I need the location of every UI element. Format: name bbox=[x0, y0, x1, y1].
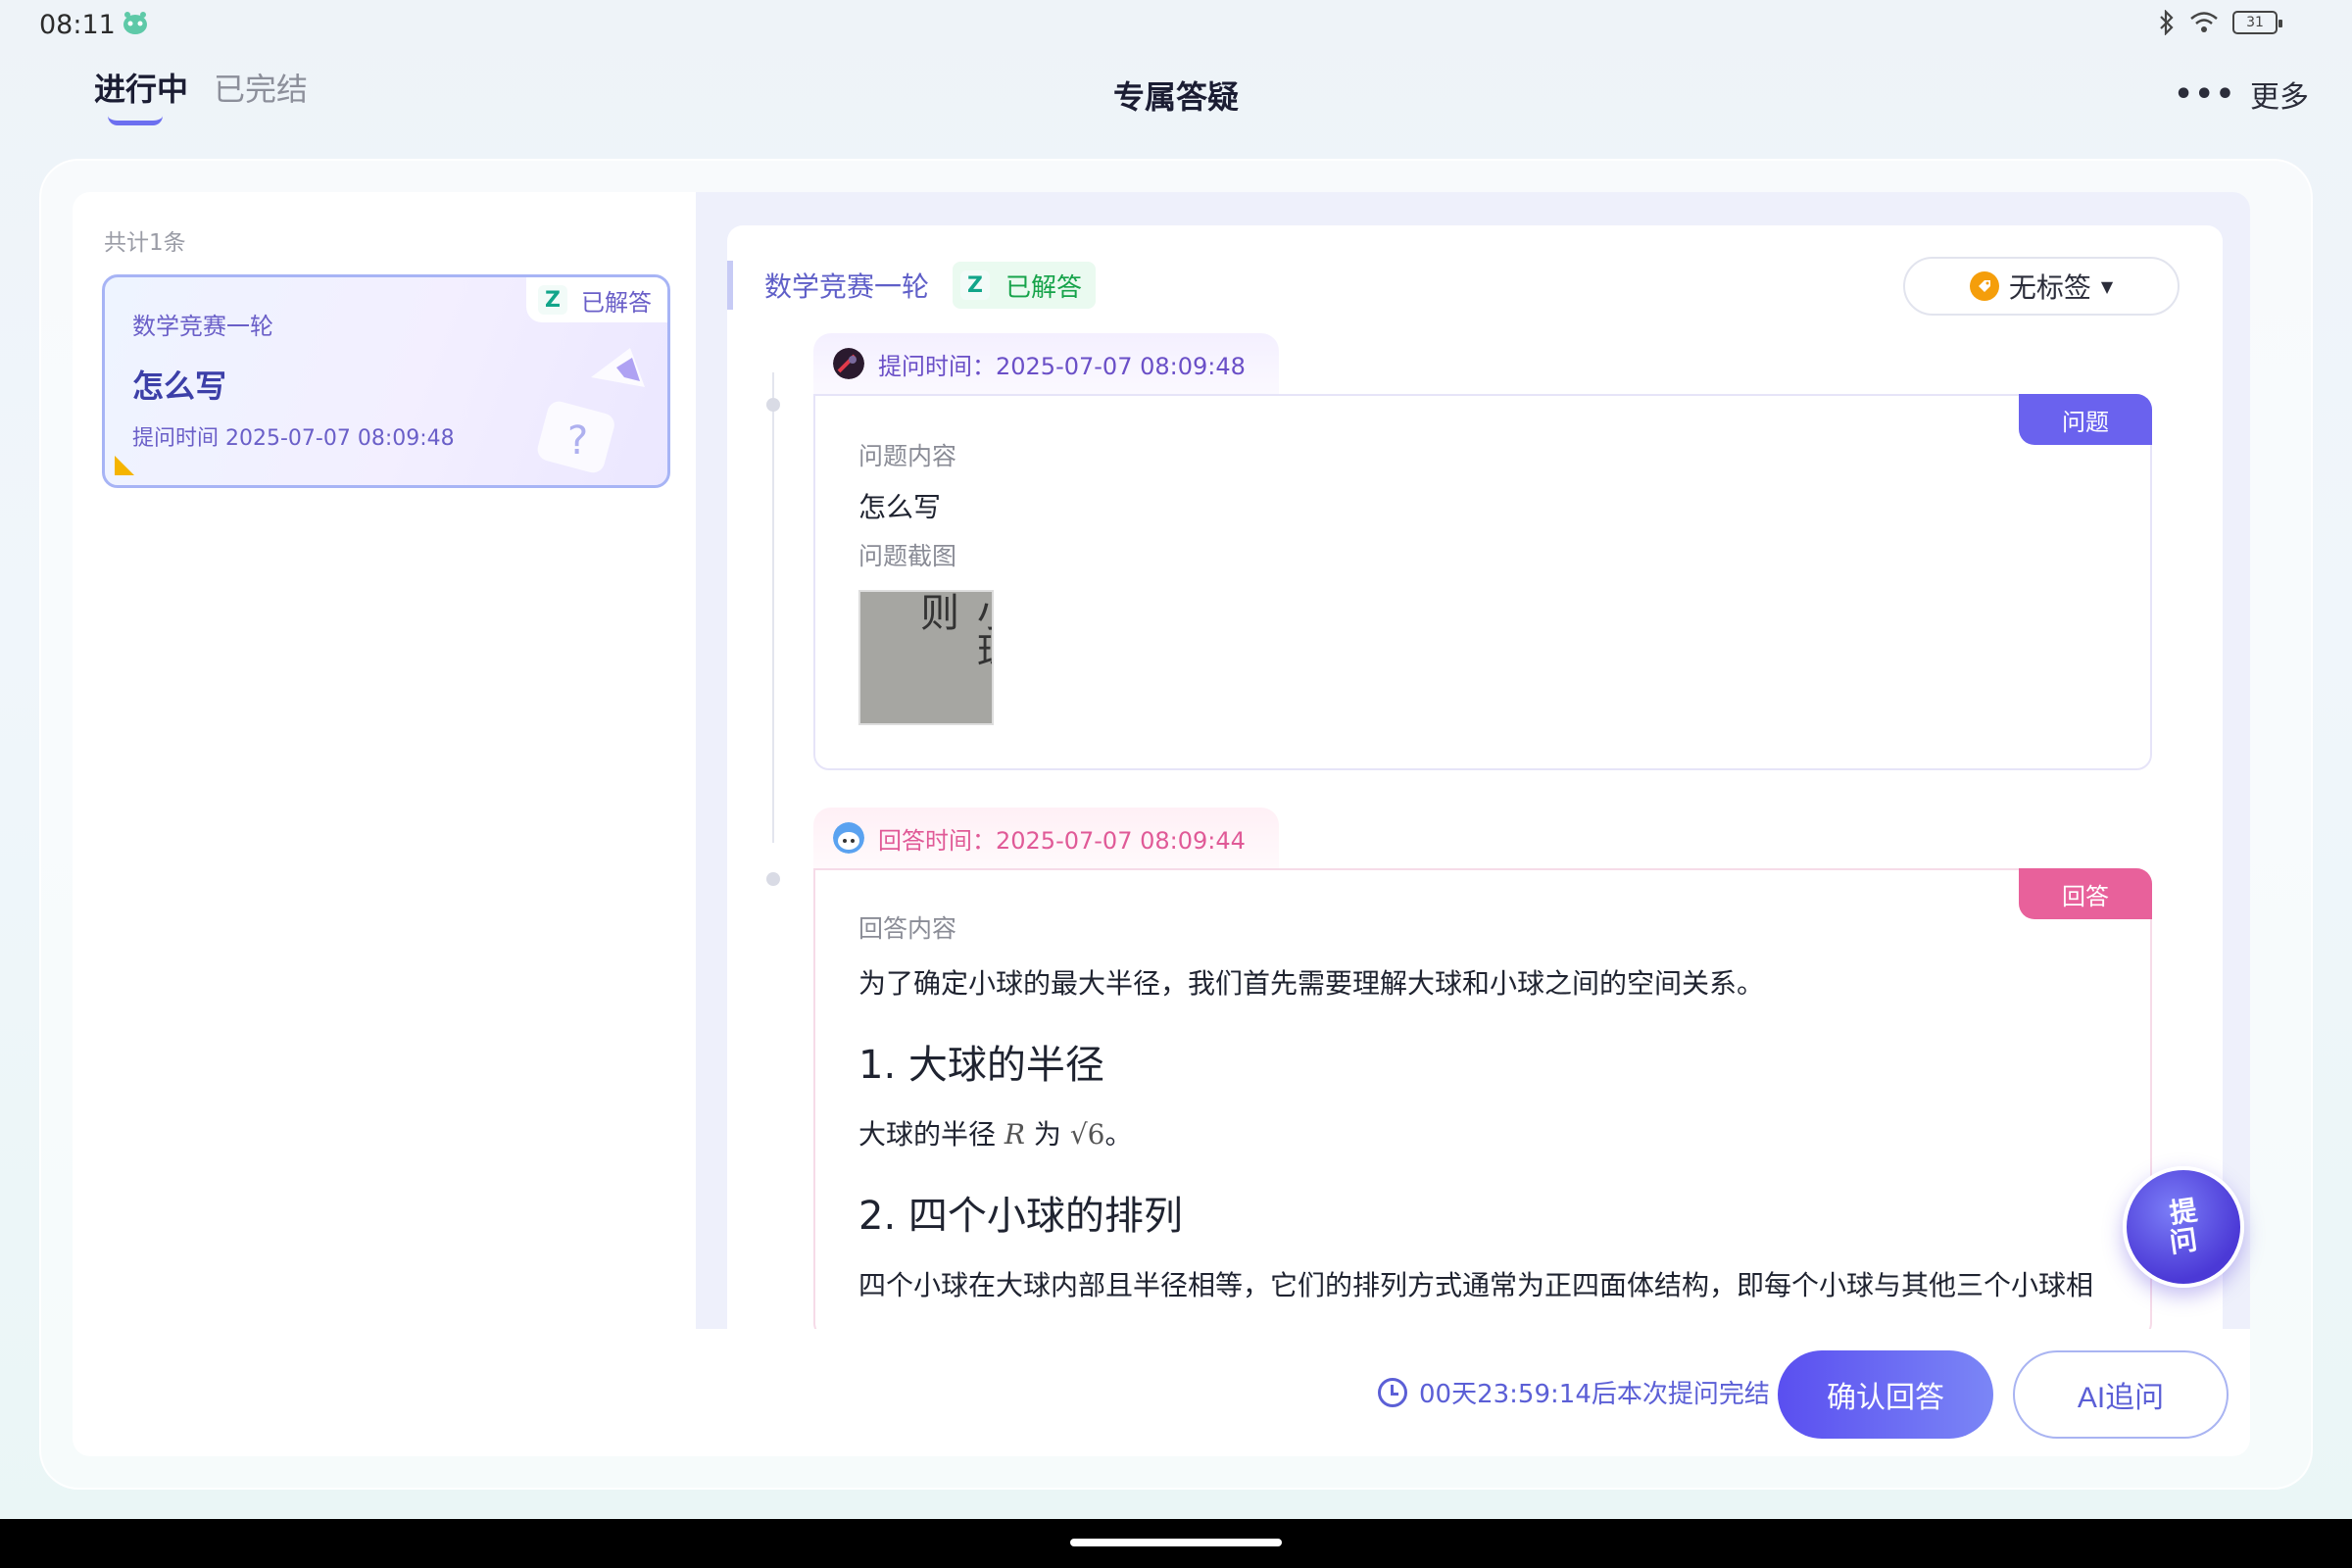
clock-icon bbox=[1378, 1377, 1407, 1407]
detail-subject: 数学竞赛一轮 bbox=[764, 270, 930, 303]
question-screenshot[interactable]: 小球，则 bbox=[858, 590, 994, 725]
list-item-subject: 数学竞赛一轮 bbox=[132, 313, 273, 340]
app-header: 进行中 已完结 专属答疑 ••• 更多 bbox=[0, 49, 2352, 157]
detail-card: 数学竞赛一轮 Z 已解答 无标签 ▼ 提问时间：2025-07-07 08:09… bbox=[727, 225, 2223, 1331]
question-list-item[interactable]: 数学竞赛一轮 怎么写 提问时间 2025-07-07 08:09:48 Z 已解… bbox=[102, 274, 670, 488]
caret-down-icon: ▼ bbox=[2100, 276, 2114, 296]
answer-p1-mid: 为 bbox=[1025, 1118, 1070, 1151]
question-ribbon: 问题 bbox=[2019, 394, 2152, 445]
system-nav-bar bbox=[0, 1519, 2352, 1568]
countdown-text: 00天23:59:14后本次提问完结 bbox=[1419, 1380, 1770, 1409]
question-time: 提问时间：2025-07-07 08:09:48 bbox=[878, 352, 1246, 380]
timeline-dot-answer bbox=[766, 872, 780, 886]
battery-icon: 31 bbox=[2232, 11, 2282, 34]
teacher-avatar bbox=[833, 822, 864, 854]
answer-content: 回答内容 为了确定小球的最大半径，我们首先需要理解大球和小球之间的空间关系。 1… bbox=[858, 909, 2123, 1301]
status-time: 08:11 bbox=[39, 10, 116, 40]
corner-marker bbox=[115, 456, 134, 475]
student-avatar bbox=[833, 348, 864, 379]
page-title: 专属答疑 bbox=[1112, 78, 1239, 116]
more-dots-icon: ••• bbox=[2174, 76, 2236, 112]
answer-box: 回答 回答内容 为了确定小球的最大半径，我们首先需要理解大球和小球之间的空间关系… bbox=[813, 868, 2152, 1331]
more-button[interactable]: ••• 更多 bbox=[2174, 73, 2309, 116]
timeline-dot-question bbox=[766, 398, 780, 412]
question-count: 共计1条 bbox=[104, 230, 186, 256]
question-list-panel: 共计1条 数学竞赛一轮 怎么写 提问时间 2025-07-07 08:09:48… bbox=[73, 192, 696, 1456]
ai-followup-button[interactable]: AI追问 bbox=[2013, 1350, 2229, 1439]
question-content: 怎么写 bbox=[858, 491, 942, 523]
floating-ask-line2: 问 bbox=[2167, 1223, 2200, 1259]
answer-heading-1: 1. 大球的半径 bbox=[858, 1043, 1104, 1088]
tag-dropdown[interactable]: 无标签 ▼ bbox=[1903, 257, 2180, 316]
answer-time: 回答时间：2025-07-07 08:09:44 bbox=[878, 826, 1246, 855]
answer-p1-pre: 大球的半径 bbox=[858, 1118, 1004, 1151]
answer-paragraph-2: 四个小球在大球内部且半径相等，它们的排列方式通常为正四面体结构，即每个小球与其他… bbox=[858, 1269, 2094, 1301]
z-logo-icon: Z bbox=[960, 270, 991, 300]
floating-ask-button[interactable]: 提 问 bbox=[2123, 1166, 2244, 1288]
wifi-icon bbox=[2190, 12, 2218, 32]
question-time-tab: 提问时间：2025-07-07 08:09:48 bbox=[813, 333, 1279, 394]
answer-heading-2: 2. 四个小球的排列 bbox=[858, 1194, 1183, 1239]
status-bar: 08:11 31 bbox=[0, 0, 2352, 49]
list-item-status-badge: Z 已解答 bbox=[526, 277, 667, 322]
answer-p1-math: √6 bbox=[1069, 1118, 1105, 1151]
list-item-title: 怎么写 bbox=[132, 368, 227, 405]
confirm-answer-button[interactable]: 确认回答 bbox=[1778, 1350, 1993, 1439]
question-box: 问题 问题内容 怎么写 问题截图 小球，则 bbox=[813, 394, 2152, 770]
home-indicator[interactable] bbox=[1070, 1539, 1282, 1546]
tag-icon bbox=[1969, 271, 1999, 301]
detail-panel: 数学竞赛一轮 Z 已解答 无标签 ▼ 提问时间：2025-07-07 08:09… bbox=[696, 192, 2250, 1331]
answer-content-label: 回答内容 bbox=[858, 914, 957, 943]
tag-label: 无标签 bbox=[2008, 271, 2091, 304]
detail-subject-bar: 数学竞赛一轮 Z 已解答 bbox=[727, 261, 1097, 310]
answer-paragraph-1: 大球的半径 R 为 √6。 bbox=[858, 1113, 2123, 1156]
answer-p1-var: R bbox=[1004, 1118, 1025, 1151]
question-screenshot-label: 问题截图 bbox=[858, 542, 957, 570]
svg-text:?: ? bbox=[567, 418, 588, 464]
question-decoration-icon: ? bbox=[537, 348, 645, 473]
detail-status-badge: Z 已解答 bbox=[953, 262, 1097, 309]
list-item-ask-time: 提问时间 2025-07-07 08:09:48 bbox=[132, 426, 455, 451]
answer-intro: 为了确定小球的最大半径，我们首先需要理解大球和小球之间的空间关系。 bbox=[858, 967, 1765, 1000]
app-notification-icon bbox=[123, 12, 147, 34]
countdown: 00天23:59:14后本次提问完结 bbox=[1378, 1374, 1770, 1410]
answer-p1-post: 。 bbox=[1104, 1118, 1133, 1151]
question-screenshot-text: 小球，则 bbox=[913, 592, 994, 710]
timeline-line bbox=[772, 372, 774, 843]
answer-time-tab: 回答时间：2025-07-07 08:09:44 bbox=[813, 808, 1279, 868]
system-icons: 31 bbox=[2158, 10, 2282, 35]
action-bar: 00天23:59:14后本次提问完结 确认回答 AI追问 bbox=[696, 1329, 2250, 1456]
bluetooth-icon bbox=[2160, 10, 2174, 35]
question-content-label: 问题内容 bbox=[858, 442, 957, 470]
detail-status: 已解答 bbox=[1005, 272, 1083, 303]
z-logo-icon: Z bbox=[538, 285, 567, 315]
list-item-status: 已解答 bbox=[581, 288, 652, 317]
more-label: 更多 bbox=[2250, 80, 2309, 115]
